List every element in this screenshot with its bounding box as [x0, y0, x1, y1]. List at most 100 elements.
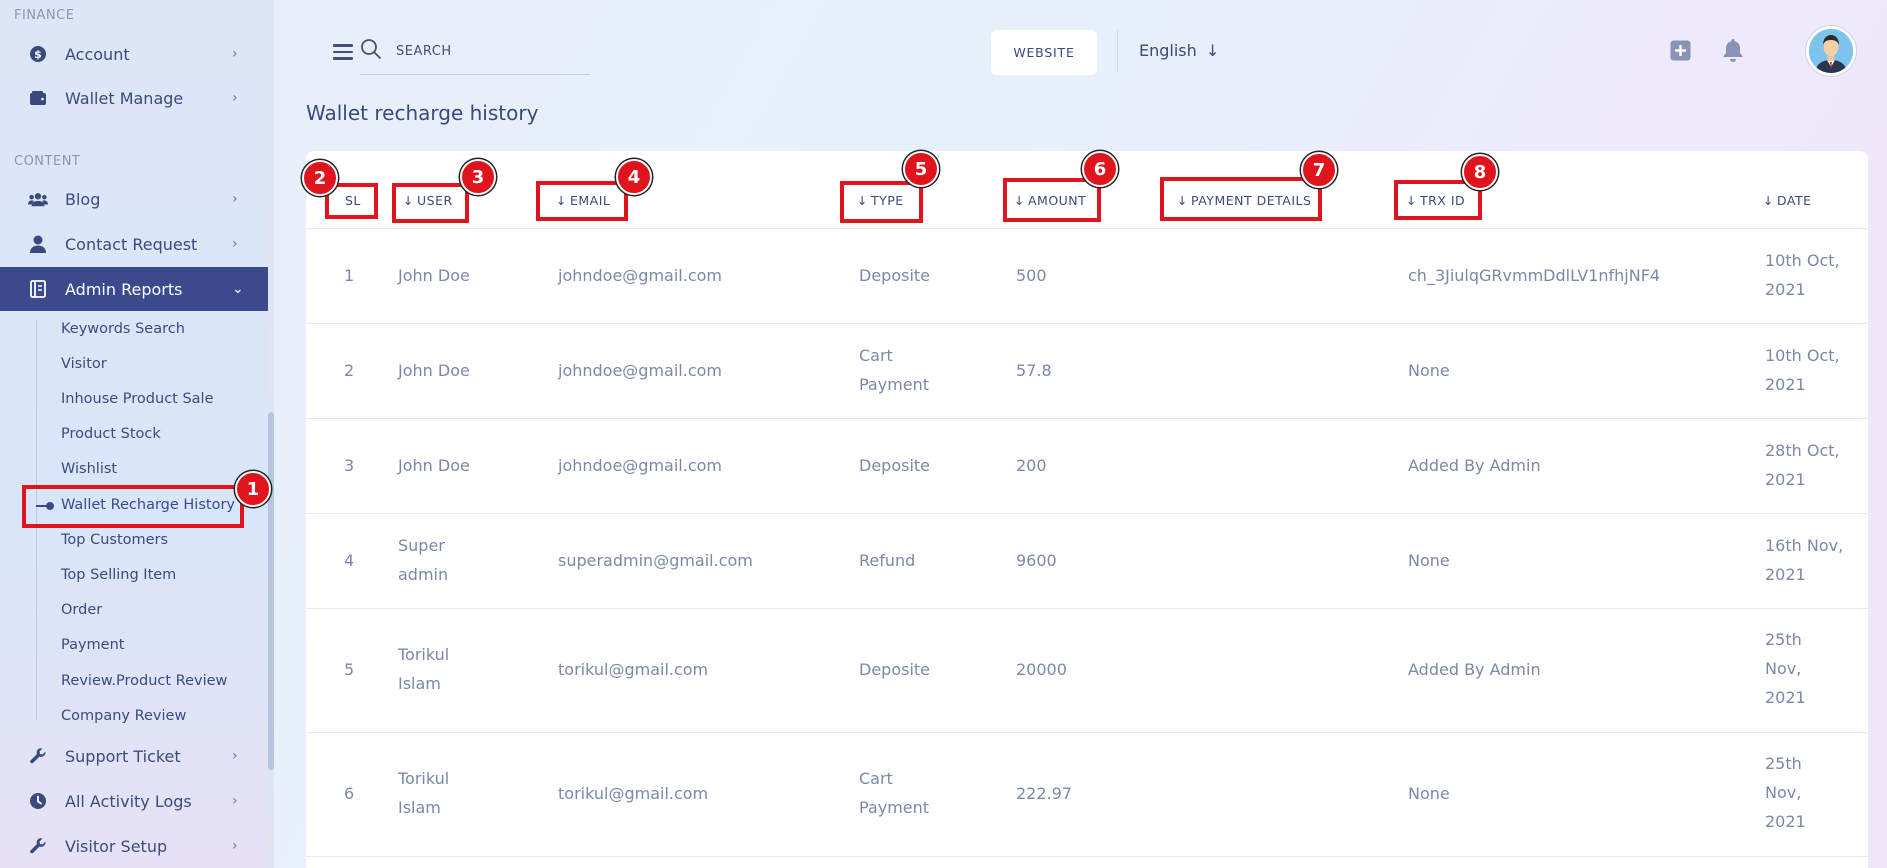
menu-visitor-setup-label: Visitor Setup: [65, 836, 168, 856]
wrench-icon: [28, 836, 48, 856]
row-divider: [306, 418, 1868, 419]
cell-email: torikul@gmail.com: [558, 660, 709, 679]
cell-email: johndoe@gmail.com: [558, 266, 722, 285]
user-avatar[interactable]: [1806, 26, 1856, 76]
row-divider: [306, 323, 1868, 324]
submenu-product-review[interactable]: Review.Product Review: [61, 673, 227, 689]
cell-email: torikul@gmail.com: [558, 784, 709, 803]
menu-blog[interactable]: Blog ›: [0, 177, 268, 221]
chevron-right-icon: ›: [232, 748, 238, 764]
highlight-box-payment-details: [1160, 177, 1322, 221]
cell-type: Cart Payment: [859, 769, 930, 817]
cell-amount: 57.8: [1016, 361, 1052, 380]
menu-visitor-setup[interactable]: Visitor Setup ›: [0, 824, 268, 868]
highlight-box-user: [392, 183, 469, 223]
cell-user: Super admin: [398, 536, 449, 584]
add-square-icon[interactable]: [1670, 40, 1691, 65]
menu-account-label: Account: [65, 44, 130, 64]
menu-support-ticket[interactable]: Support Ticket ›: [0, 734, 268, 778]
sort-arrow-icon: ↓: [1763, 193, 1774, 208]
annotation-badge-1: 1: [235, 471, 271, 507]
language-selector[interactable]: English ↓: [1139, 41, 1219, 60]
cell-sl: 6: [344, 784, 355, 803]
annotation-badge-3: 3: [460, 159, 496, 195]
search-input[interactable]: SEARCH: [396, 44, 452, 59]
sidebar-scrollbar-thumb[interactable]: [268, 412, 274, 770]
cell-date: 10th Oct, 2021: [1765, 251, 1840, 299]
chevron-right-icon: ›: [232, 793, 238, 809]
submenu-order[interactable]: Order: [61, 602, 102, 618]
cell-date: 10th Oct, 2021: [1765, 346, 1840, 394]
cell-email: johndoe@gmail.com: [558, 361, 722, 380]
cell-date: 25th Nov, 2021: [1765, 630, 1806, 707]
col-header-date-label: DATE: [1776, 193, 1812, 208]
website-button[interactable]: WEBSITE: [991, 30, 1097, 75]
row-divider: [306, 856, 1868, 857]
cell-type: Cart Payment: [859, 346, 930, 394]
cell-user: John Doe: [398, 266, 470, 285]
menu-support-ticket-label: Support Ticket: [65, 746, 181, 766]
users-icon: [28, 189, 48, 209]
page-title: Wallet recharge history: [306, 101, 539, 125]
cell-trx-id: Added By Admin: [1408, 660, 1541, 679]
annotation-badge-7: 7: [1301, 152, 1337, 188]
cell-trx-id: Added By Admin: [1408, 456, 1541, 475]
menu-activity-logs[interactable]: All Activity Logs ›: [0, 779, 268, 823]
cell-type: Deposite: [859, 660, 931, 679]
cell-user: Torikul Islam: [398, 769, 450, 817]
report-book-icon: [28, 279, 48, 299]
wrench-icon: [28, 746, 48, 766]
chevron-right-icon: ›: [232, 46, 238, 62]
menu-wallet-manage[interactable]: Wallet Manage ›: [0, 76, 268, 120]
cell-type: Deposite: [859, 266, 931, 285]
clock-icon: [28, 791, 48, 811]
cell-amount: 222.97: [1016, 784, 1072, 803]
cell-trx-id: None: [1408, 361, 1450, 380]
cell-amount: 20000: [1016, 660, 1067, 679]
bell-icon[interactable]: [1722, 38, 1744, 66]
chevron-right-icon: ›: [232, 236, 238, 252]
cell-email: superadmin@gmail.com: [558, 551, 753, 570]
submenu-top-customers[interactable]: Top Customers: [61, 532, 168, 548]
submenu-company-review[interactable]: Company Review: [61, 708, 186, 724]
submenu-keywords-search[interactable]: Keywords Search: [61, 321, 185, 337]
col-header-date[interactable]: ↓ DATE: [1763, 193, 1812, 208]
hamburger-menu-icon[interactable]: [333, 44, 353, 60]
submenu-product-stock[interactable]: Product Stock: [61, 426, 161, 442]
highlight-box-email: [536, 181, 628, 221]
user-icon: [28, 234, 48, 254]
submenu-payment[interactable]: Payment: [61, 637, 124, 653]
cell-type: Deposite: [859, 456, 931, 475]
row-divider: [306, 732, 1868, 733]
cell-date: 16th Nov, 2021: [1765, 536, 1844, 584]
cell-sl: 3: [344, 456, 355, 475]
cell-sl: 2: [344, 361, 355, 380]
menu-account[interactable]: $ Account ›: [0, 32, 268, 76]
language-label: English: [1139, 41, 1197, 60]
wallet-icon: [28, 88, 48, 108]
submenu-wishlist[interactable]: Wishlist: [61, 461, 117, 477]
search-bar[interactable]: SEARCH: [360, 38, 590, 75]
cell-trx-id: ch_3JiulqGRvmmDdlLV1nfhjNF4: [1408, 266, 1661, 285]
submenu-inhouse-product-sale[interactable]: Inhouse Product Sale: [61, 391, 214, 407]
chevron-down-icon: ⌄: [232, 281, 244, 297]
chevron-right-icon: ›: [232, 191, 238, 207]
menu-contact-request[interactable]: Contact Request ›: [0, 222, 268, 266]
cell-amount: 200: [1016, 456, 1047, 475]
annotation-badge-2: 2: [302, 160, 338, 196]
cell-trx-id: None: [1408, 784, 1450, 803]
cell-sl: 5: [344, 660, 355, 679]
table-card: [306, 151, 1868, 868]
submenu-top-selling-item[interactable]: Top Selling Item: [61, 567, 176, 583]
cell-trx-id: None: [1408, 551, 1450, 570]
submenu-visitor[interactable]: Visitor: [61, 356, 107, 372]
cell-date: 28th Oct, 2021: [1765, 441, 1840, 489]
cell-amount: 9600: [1016, 551, 1057, 570]
cell-date: 25th Nov, 2021: [1765, 754, 1806, 831]
search-icon: [360, 38, 382, 64]
row-divider: [306, 513, 1868, 514]
section-content-label: CONTENT: [14, 154, 81, 169]
section-finance-label: FINANCE: [14, 8, 75, 23]
cell-sl: 1: [344, 266, 355, 285]
menu-admin-reports[interactable]: Admin Reports ⌄: [0, 267, 268, 311]
